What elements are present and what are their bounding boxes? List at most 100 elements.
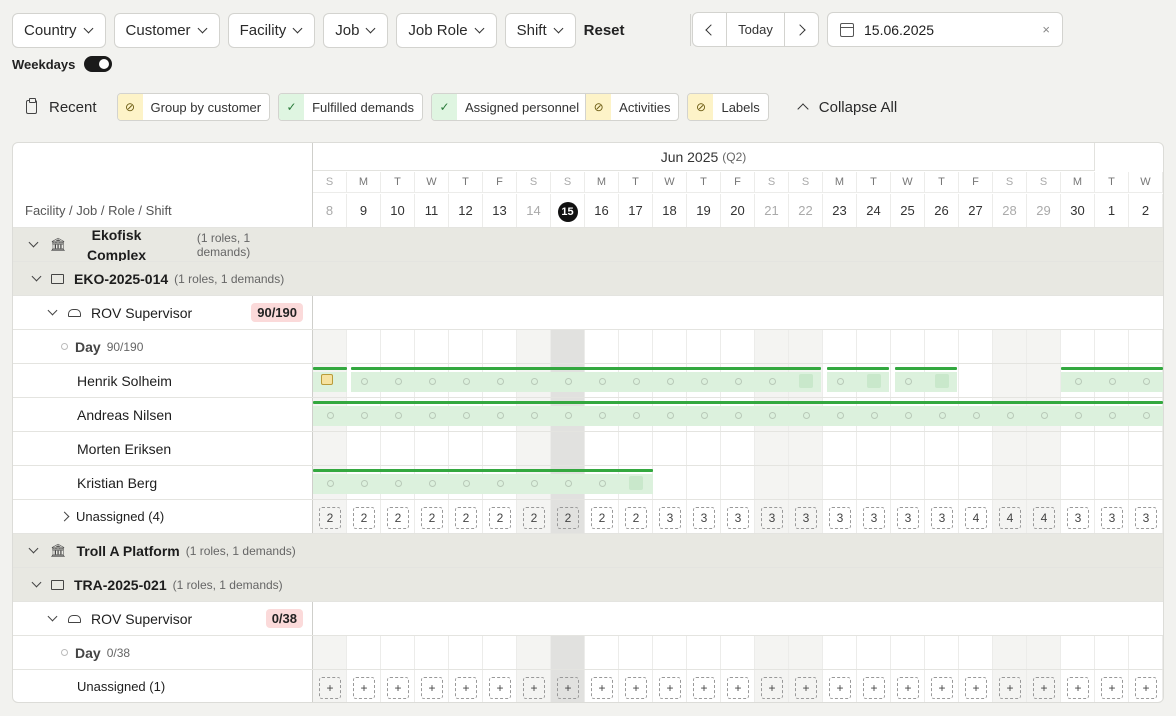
- add-demand-button[interactable]: +: [421, 677, 443, 699]
- day-number-cell[interactable]: 30: [1061, 194, 1095, 227]
- chip-fulfilled-demands[interactable]: ✓ Fulfilled demands: [278, 93, 423, 121]
- assignment-bar[interactable]: [351, 367, 821, 370]
- day-cell[interactable]: [755, 330, 789, 363]
- add-demand-button[interactable]: +: [591, 677, 613, 699]
- unassigned-count[interactable]: 2: [319, 507, 341, 529]
- day-number-cell[interactable]: 20: [721, 194, 755, 227]
- day-cell[interactable]: [1095, 636, 1129, 669]
- unassigned-count[interactable]: 2: [557, 507, 579, 529]
- day-cell[interactable]: [1129, 636, 1163, 669]
- chip-activities[interactable]: ⊘ Activities: [585, 94, 678, 120]
- note-icon[interactable]: [321, 374, 333, 385]
- chip-labels[interactable]: ⊘ Labels: [687, 93, 769, 121]
- day-number-cell[interactable]: 28: [993, 194, 1027, 227]
- day-cell[interactable]: [483, 432, 517, 465]
- day-number-cell[interactable]: 17: [619, 194, 653, 227]
- day-cell[interactable]: [517, 636, 551, 669]
- day-cell[interactable]: [517, 330, 551, 363]
- add-demand-button[interactable]: +: [557, 677, 579, 699]
- add-demand-button[interactable]: +: [965, 677, 987, 699]
- add-demand-button[interactable]: +: [1101, 677, 1123, 699]
- day-cell[interactable]: [1061, 432, 1095, 465]
- add-demand-button[interactable]: +: [1135, 677, 1157, 699]
- day-cell[interactable]: [687, 636, 721, 669]
- unassigned-count[interactable]: 2: [353, 507, 375, 529]
- day-cell[interactable]: [789, 330, 823, 363]
- unassigned-count[interactable]: 3: [659, 507, 681, 529]
- unassigned-count[interactable]: 3: [829, 507, 851, 529]
- day-cell[interactable]: [381, 432, 415, 465]
- day-cell[interactable]: [619, 330, 653, 363]
- unassigned-count[interactable]: 3: [931, 507, 953, 529]
- day-cell[interactable]: [891, 330, 925, 363]
- day-cell[interactable]: [1129, 432, 1163, 465]
- day-cell[interactable]: [721, 636, 755, 669]
- day-cell[interactable]: [1027, 364, 1061, 397]
- unassigned-count[interactable]: 3: [863, 507, 885, 529]
- chevron-down-icon[interactable]: [47, 305, 58, 316]
- add-demand-button[interactable]: +: [625, 677, 647, 699]
- day-cell[interactable]: [449, 432, 483, 465]
- day-cell[interactable]: [1095, 432, 1129, 465]
- day-cell[interactable]: [789, 432, 823, 465]
- day-cell[interactable]: [755, 432, 789, 465]
- add-demand-button[interactable]: +: [1033, 677, 1055, 699]
- unassigned-count[interactable]: 2: [421, 507, 443, 529]
- day-cell[interactable]: [891, 432, 925, 465]
- day-cell[interactable]: [993, 432, 1027, 465]
- day-number-cell[interactable]: 25: [891, 194, 925, 227]
- add-demand-button[interactable]: +: [727, 677, 749, 699]
- day-cell[interactable]: [857, 636, 891, 669]
- reset-button[interactable]: Reset: [584, 22, 625, 39]
- day-cell[interactable]: [415, 330, 449, 363]
- day-cell[interactable]: [687, 432, 721, 465]
- day-cell[interactable]: [959, 636, 993, 669]
- day-number-cell[interactable]: 16: [585, 194, 619, 227]
- day-cell[interactable]: [857, 330, 891, 363]
- day-cell[interactable]: [789, 636, 823, 669]
- day-cell[interactable]: [313, 432, 347, 465]
- day-number-cell[interactable]: 19: [687, 194, 721, 227]
- day-number-cell[interactable]: 18: [653, 194, 687, 227]
- day-cell[interactable]: [585, 432, 619, 465]
- day-number-cell[interactable]: 23: [823, 194, 857, 227]
- filter-job[interactable]: Job: [323, 12, 389, 48]
- unassigned-count[interactable]: 4: [965, 507, 987, 529]
- assignment-bar[interactable]: [313, 367, 347, 370]
- today-button[interactable]: Today: [726, 13, 785, 46]
- day-cell[interactable]: [347, 330, 381, 363]
- add-demand-button[interactable]: +: [931, 677, 953, 699]
- add-demand-button[interactable]: +: [761, 677, 783, 699]
- day-cell[interactable]: [1061, 466, 1095, 499]
- unassigned-count[interactable]: 3: [693, 507, 715, 529]
- unassigned-count[interactable]: 2: [523, 507, 545, 529]
- day-cell[interactable]: [1027, 330, 1061, 363]
- day-cell[interactable]: [823, 432, 857, 465]
- day-cell[interactable]: [721, 432, 755, 465]
- day-cell[interactable]: [483, 636, 517, 669]
- add-demand-button[interactable]: +: [999, 677, 1021, 699]
- day-cell[interactable]: [653, 330, 687, 363]
- clear-icon[interactable]: ×: [1042, 22, 1050, 37]
- day-cell[interactable]: [755, 636, 789, 669]
- filter-country[interactable]: Country: [12, 12, 106, 48]
- unassigned-count[interactable]: 2: [489, 507, 511, 529]
- day-cell[interactable]: [313, 330, 347, 363]
- day-cell[interactable]: [993, 330, 1027, 363]
- day-number-cell[interactable]: 11: [415, 194, 449, 227]
- next-arrow-icon[interactable]: [785, 13, 818, 46]
- add-demand-button[interactable]: +: [659, 677, 681, 699]
- add-demand-button[interactable]: +: [1067, 677, 1089, 699]
- day-cell[interactable]: [721, 330, 755, 363]
- day-number-cell[interactable]: 9: [347, 194, 381, 227]
- day-number-cell[interactable]: 26: [925, 194, 959, 227]
- unassigned-count[interactable]: 2: [591, 507, 613, 529]
- day-cell[interactable]: [1061, 636, 1095, 669]
- collapse-all-button[interactable]: Collapse All: [789, 99, 897, 116]
- unassigned-count[interactable]: 3: [1101, 507, 1123, 529]
- day-cell[interactable]: [925, 330, 959, 363]
- day-cell[interactable]: [993, 466, 1027, 499]
- day-cell[interactable]: [653, 466, 687, 499]
- chevron-down-icon[interactable]: [31, 271, 42, 282]
- day-cell[interactable]: [415, 432, 449, 465]
